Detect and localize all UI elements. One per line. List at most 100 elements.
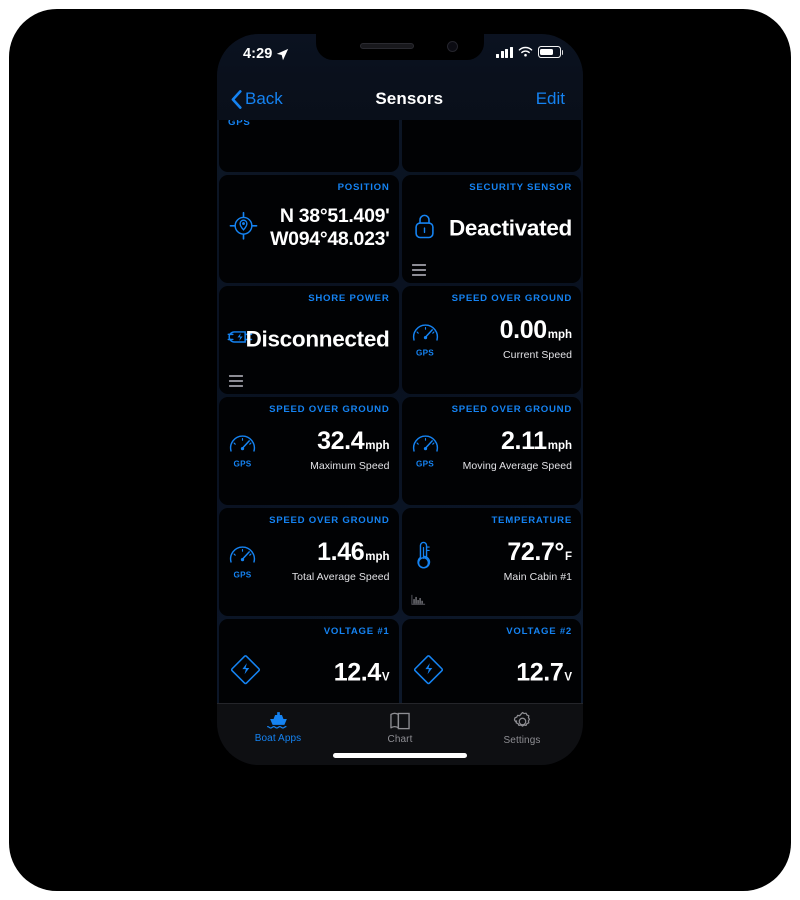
speed-moving-average-value: 2.11	[501, 426, 547, 455]
chart-map-icon	[390, 712, 410, 730]
card-value-group: Deactivated	[449, 217, 572, 241]
card-drag-handle[interactable]	[411, 264, 426, 276]
card-drag-handle[interactable]	[229, 375, 243, 387]
wifi-icon	[518, 46, 533, 57]
cellular-signal-icon	[496, 46, 513, 58]
card-value-group: 2.11 mph Moving Average Speed	[462, 426, 572, 473]
sensor-card-grid: GPS POSITION N 38°51.409' W094°48.023' S…	[217, 120, 583, 703]
card-value-group: 32.4 mph Maximum Speed	[310, 426, 390, 473]
sensor-card-gps-partial[interactable]: GPS	[219, 120, 399, 172]
card-title: SPEED OVER GROUND	[451, 293, 572, 304]
gear-icon	[513, 711, 530, 727]
sensor-card-speed-current[interactable]: SPEED OVER GROUND GPS 0.00 mph Current S…	[401, 286, 581, 394]
speed-maximum-value: 32.4	[317, 426, 365, 455]
speed-current-subtitle: Current Speed	[503, 349, 572, 362]
sensor-card-partial-right[interactable]	[401, 120, 581, 172]
edit-button[interactable]: Edit	[536, 89, 569, 109]
voltage-1-value: 12.4	[333, 658, 381, 687]
speed-moving-average-subtitle: Moving Average Speed	[462, 460, 572, 473]
status-bar-left: 4:29	[243, 46, 289, 62]
card-title: VOLTAGE #2	[506, 626, 572, 637]
chevron-left-icon	[231, 89, 242, 109]
tab-label: Settings	[503, 735, 541, 746]
back-button[interactable]: Back	[231, 89, 283, 109]
card-title: SPEED OVER GROUND	[269, 515, 390, 526]
gps-gauge-icon: GPS	[228, 543, 257, 579]
status-time: 4:29	[243, 46, 273, 62]
card-title: SECURITY SENSOR	[469, 182, 572, 193]
card-value-group: 72.7° F Main Cabin #1	[503, 537, 572, 584]
card-title: SHORE POWER	[308, 293, 390, 304]
card-title: POSITION	[337, 182, 390, 193]
card-value-group: N 38°51.409' W094°48.023'	[270, 205, 390, 251]
gps-gauge-icon: GPS	[411, 432, 440, 468]
shore-power-value: Disconnected	[245, 326, 390, 352]
speed-moving-average-unit: mph	[547, 439, 572, 452]
temperature-unit: F	[564, 550, 572, 563]
card-title: SPEED OVER GROUND	[451, 404, 572, 415]
location-crosshair-icon	[228, 210, 259, 246]
notch	[316, 34, 484, 60]
gps-gauge-icon: GPS	[411, 321, 440, 357]
back-button-label: Back	[245, 89, 283, 108]
sensor-card-speed-maximum[interactable]: SPEED OVER GROUND GPS 32.4 mph Maximum S…	[219, 397, 399, 505]
lock-icon	[413, 212, 436, 245]
speed-current-value: 0.00	[499, 315, 547, 344]
navigation-bar: Back Sensors Edit	[217, 78, 583, 120]
speed-current-unit: mph	[547, 328, 572, 341]
security-sensor-value: Deactivated	[448, 215, 572, 241]
tab-chart[interactable]: Chart	[339, 711, 461, 745]
sensor-card-speed-total-average[interactable]: SPEED OVER GROUND GPS 1.46 mph Total Ave…	[219, 508, 399, 616]
home-indicator[interactable]	[333, 753, 467, 758]
front-camera	[447, 41, 458, 52]
gps-gauge-icon: GPS	[228, 432, 257, 468]
voltage-diamond-icon	[229, 653, 262, 691]
earpiece-speaker	[360, 43, 414, 49]
location-arrow-icon	[277, 48, 289, 60]
sensors-scroll-area[interactable]: GPS POSITION N 38°51.409' W094°48.023' S…	[217, 120, 583, 703]
status-bar-right	[496, 46, 564, 58]
speed-total-average-value: 1.46	[317, 537, 365, 566]
gps-icon-label: GPS	[233, 570, 252, 580]
battery-icon	[538, 46, 564, 58]
tab-label: Boat Apps	[254, 733, 302, 744]
position-longitude: W094°48.023'	[270, 228, 390, 251]
card-title: TEMPERATURE	[491, 515, 572, 526]
speed-maximum-subtitle: Maximum Speed	[310, 460, 390, 473]
temperature-value: 72.7°	[507, 537, 564, 566]
card-value-group: 0.00 mph Current Speed	[499, 315, 572, 362]
card-value-group: 12.7 V	[516, 658, 572, 687]
tab-settings[interactable]: Settings	[461, 711, 583, 746]
phone-screen: 4:29 Back Sensors Edit GPS POSITION N 38…	[217, 34, 583, 765]
voltage-2-value: 12.7	[516, 658, 564, 687]
page-title: Sensors	[375, 89, 444, 108]
sensor-card-voltage-1[interactable]: VOLTAGE #1 12.4 V	[219, 619, 399, 703]
sensor-card-voltage-2[interactable]: VOLTAGE #2 12.7 V	[401, 619, 581, 703]
tab-boat-apps[interactable]: Boat Apps	[217, 711, 339, 744]
speed-total-average-subtitle: Total Average Speed	[291, 571, 390, 584]
card-value-group: Disconnected	[246, 328, 390, 352]
tab-label: Chart	[387, 734, 413, 745]
voltage-2-unit: V	[564, 671, 572, 684]
card-value-group: 12.4 V	[333, 658, 390, 687]
card-value-group: 1.46 mph Total Average Speed	[291, 537, 390, 584]
gps-icon-label: GPS	[233, 459, 252, 469]
position-latitude: N 38°51.409'	[279, 205, 390, 228]
gps-icon-label: GPS	[416, 348, 434, 358]
card-title: GPS	[228, 120, 251, 128]
sparkline-chart-icon[interactable]	[410, 592, 426, 610]
card-title: VOLTAGE #1	[323, 626, 390, 637]
temperature-subtitle: Main Cabin #1	[503, 571, 572, 584]
sensor-card-position[interactable]: POSITION N 38°51.409' W094°48.023'	[219, 175, 399, 283]
voltage-1-unit: V	[381, 671, 390, 684]
sensor-card-shore-power[interactable]: SHORE POWER Disconnected	[219, 286, 399, 394]
card-title: SPEED OVER GROUND	[269, 404, 390, 415]
sensor-card-speed-moving-average[interactable]: SPEED OVER GROUND GPS 2.11 mph Moving Av…	[401, 397, 581, 505]
thermometer-icon	[414, 540, 433, 576]
gps-icon-label: GPS	[416, 459, 434, 469]
speed-total-average-unit: mph	[365, 550, 390, 563]
sensor-card-security-sensor[interactable]: SECURITY SENSOR Deactivated	[401, 175, 581, 283]
speed-maximum-unit: mph	[365, 439, 390, 452]
voltage-diamond-icon	[412, 653, 445, 691]
sensor-card-temperature[interactable]: TEMPERATURE 72.7° F Main Cabin #1	[401, 508, 581, 616]
